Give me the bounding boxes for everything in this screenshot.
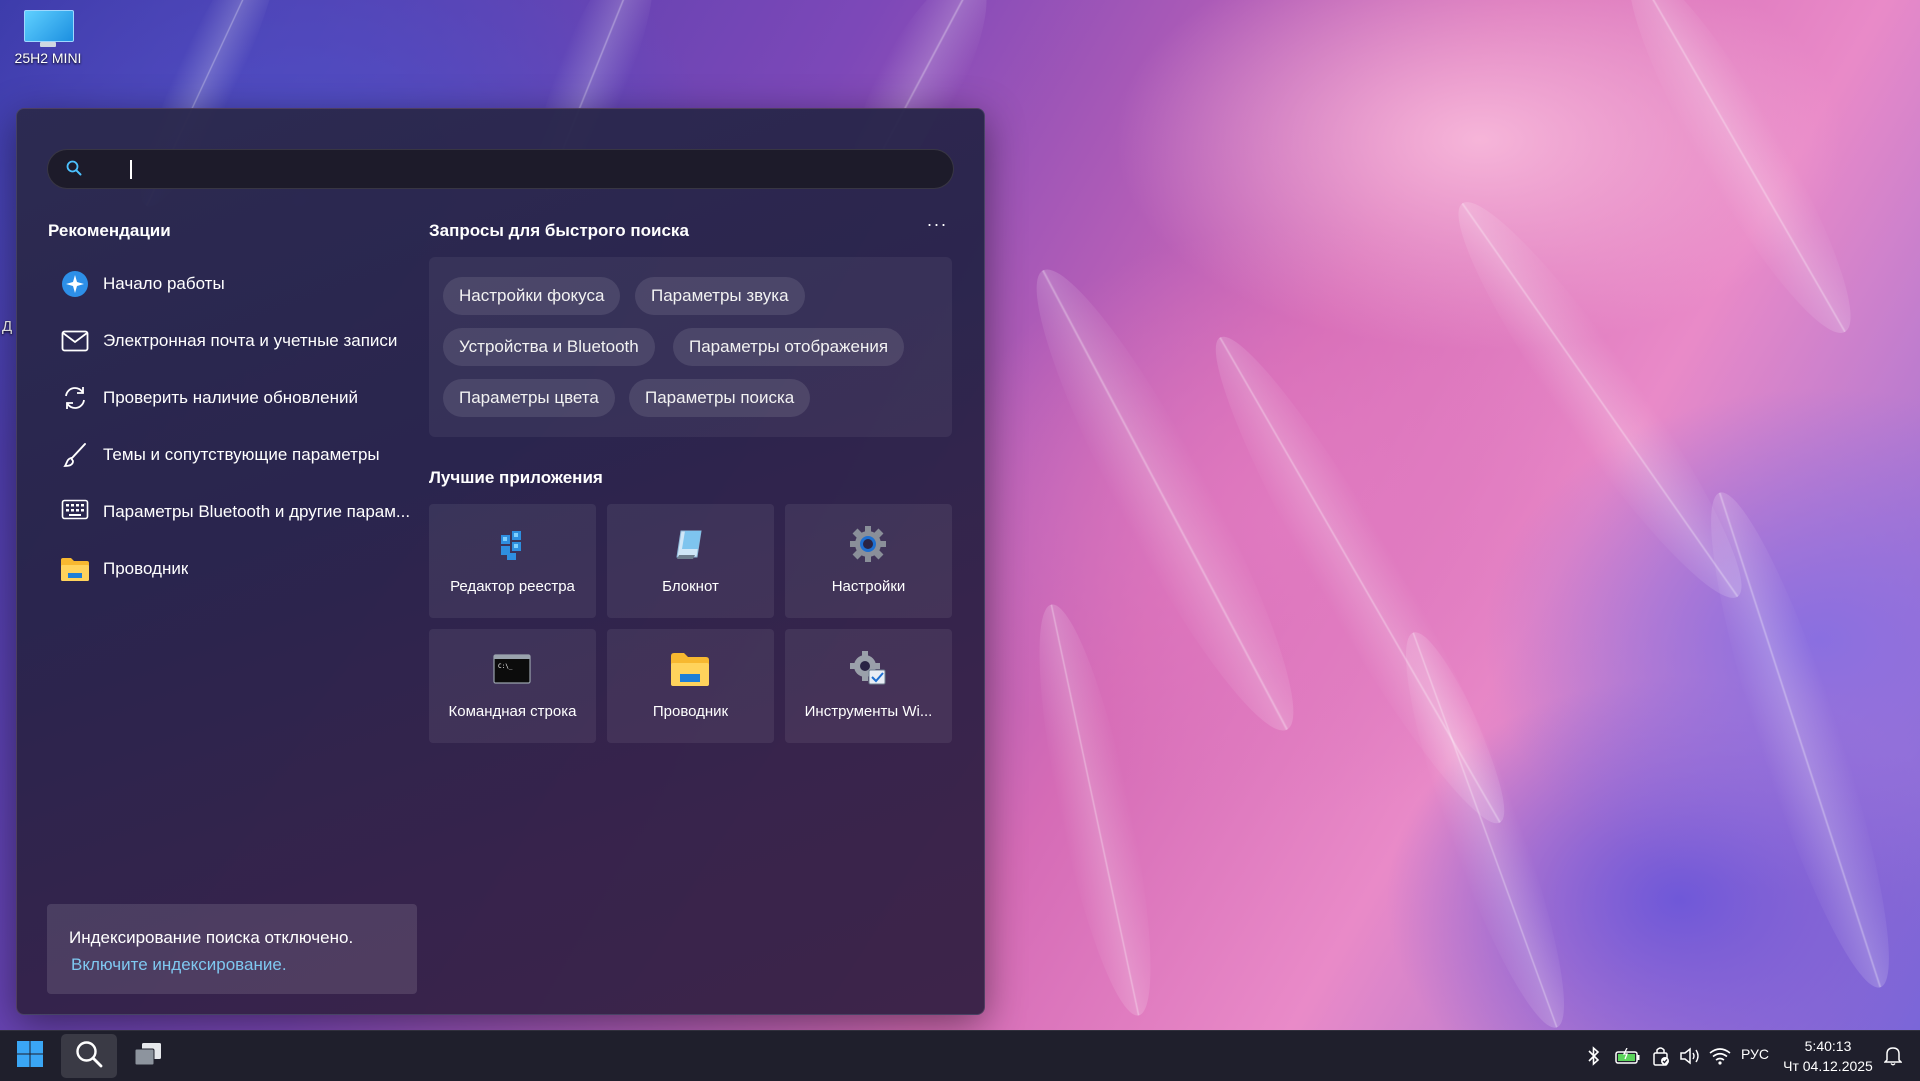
file-explorer-icon bbox=[669, 649, 711, 689]
windows-tools-icon bbox=[847, 649, 889, 689]
brush-icon bbox=[59, 439, 91, 471]
rec-item-themes[interactable]: Темы и сопутствующие параметры bbox=[47, 426, 442, 483]
chip-devices-bluetooth[interactable]: Устройства и Bluetooth bbox=[443, 328, 655, 366]
battery-icon[interactable] bbox=[1614, 1045, 1642, 1067]
app-tile-label: Проводник bbox=[652, 703, 729, 720]
security-icon[interactable] bbox=[1650, 1045, 1672, 1067]
more-options-button[interactable]: ··· bbox=[922, 215, 952, 239]
wallpaper-feather bbox=[1017, 597, 1173, 1023]
windows-logo-icon bbox=[16, 1040, 44, 1073]
chip-display-settings[interactable]: Параметры отображения bbox=[673, 328, 905, 366]
taskbar-search-button[interactable] bbox=[61, 1034, 117, 1078]
volume-icon[interactable] bbox=[1679, 1045, 1701, 1067]
desktop-icon-this-pc[interactable]: 25H2 MINI bbox=[6, 8, 90, 66]
registry-editor-icon bbox=[491, 524, 533, 564]
search-box[interactable] bbox=[47, 149, 954, 189]
recommendations-list: Начало работы Электронная почта и учетны… bbox=[47, 255, 442, 597]
mail-icon bbox=[59, 325, 91, 357]
clock-date: Чт 04.12.2025 bbox=[1783, 1058, 1873, 1074]
command-prompt-icon: C:\_ bbox=[491, 649, 533, 689]
rec-item-check-updates[interactable]: Проверить наличие обновлений bbox=[47, 369, 442, 426]
get-started-icon bbox=[59, 268, 91, 300]
rec-item-explorer[interactable]: Проводник bbox=[47, 540, 442, 597]
app-tile-command-prompt[interactable]: C:\_ Командная строка bbox=[429, 629, 596, 743]
app-tile-settings[interactable]: Настройки bbox=[785, 504, 952, 618]
app-tile-label: Блокнот bbox=[662, 578, 719, 595]
wifi-icon[interactable] bbox=[1709, 1045, 1731, 1067]
rec-item-get-started[interactable]: Начало работы bbox=[47, 255, 442, 312]
indexing-notice: Индексирование поиска отключено. Включит… bbox=[47, 904, 417, 994]
indexing-message: Индексирование поиска отключено. bbox=[69, 928, 354, 947]
task-view-button[interactable] bbox=[120, 1034, 176, 1078]
app-tile-label: Инструменты Wi... bbox=[804, 703, 933, 720]
desktop-icon-label: 25H2 MINI bbox=[14, 50, 82, 66]
rec-item-label: Начало работы bbox=[103, 273, 225, 293]
search-icon bbox=[74, 1039, 104, 1074]
chip-sound-settings[interactable]: Параметры звука bbox=[635, 277, 805, 315]
clock[interactable]: 5:40:13 Чт 04.12.2025 bbox=[1780, 1036, 1876, 1076]
rec-item-label: Проверить наличие обновлений bbox=[103, 387, 358, 407]
rec-item-label: Проводник bbox=[103, 558, 189, 578]
top-apps-title: Лучшие приложения bbox=[429, 468, 603, 487]
chip-search-settings[interactable]: Параметры поиска bbox=[629, 379, 811, 417]
clock-time: 5:40:13 bbox=[1804, 1038, 1852, 1054]
search-flyout: Рекомендации Начало работы Электронная п… bbox=[16, 108, 985, 1015]
search-input[interactable] bbox=[98, 156, 942, 184]
wallpaper-feather bbox=[1380, 620, 1590, 1030]
folder-icon bbox=[59, 553, 91, 585]
app-tile-file-explorer[interactable]: Проводник bbox=[607, 629, 774, 743]
rec-item-bluetooth[interactable]: Параметры Bluetooth и другие парам... bbox=[47, 483, 442, 540]
enable-indexing-link[interactable]: Включите индексирование. bbox=[71, 955, 287, 975]
quick-search-title: Запросы для быстрого поиска bbox=[429, 221, 689, 240]
refresh-icon bbox=[59, 382, 91, 414]
chip-color-settings[interactable]: Параметры цвета bbox=[443, 379, 615, 417]
input-language-indicator[interactable]: РУС bbox=[1741, 1046, 1769, 1062]
quick-search-panel: Настройки фокуса Параметры звука Устройс… bbox=[429, 257, 952, 437]
app-tile-label: Настройки bbox=[831, 578, 906, 595]
task-view-icon bbox=[133, 1040, 163, 1073]
notification-bell-icon[interactable] bbox=[1882, 1045, 1904, 1067]
rec-item-email-accounts[interactable]: Электронная почта и учетные записи bbox=[47, 312, 442, 369]
wallpaper-feather bbox=[1681, 480, 1919, 1000]
bluetooth-icon[interactable] bbox=[1583, 1045, 1605, 1067]
settings-gear-icon bbox=[847, 524, 889, 564]
search-icon bbox=[66, 160, 82, 176]
rec-item-label: Параметры Bluetooth и другие парам... bbox=[103, 501, 411, 521]
chip-focus-settings[interactable]: Настройки фокуса bbox=[443, 277, 621, 315]
app-tile-notepad[interactable]: Блокнот bbox=[607, 504, 774, 618]
notepad-icon bbox=[669, 524, 711, 564]
desktop-edge-label: Д bbox=[2, 318, 13, 335]
bluetooth-devices-icon bbox=[59, 496, 91, 528]
taskbar: РУС 5:40:13 Чт 04.12.2025 bbox=[0, 1030, 1920, 1081]
wallpaper-feather bbox=[1600, 0, 1880, 352]
rec-item-label: Темы и сопутствующие параметры bbox=[103, 444, 380, 464]
app-tile-windows-tools[interactable]: Инструменты Wi... bbox=[785, 629, 952, 743]
app-tile-registry-editor[interactable]: Редактор реестра bbox=[429, 504, 596, 618]
app-tile-label: Командная строка bbox=[448, 703, 577, 720]
start-button[interactable] bbox=[2, 1034, 58, 1078]
rec-item-label: Электронная почта и учетные записи bbox=[103, 330, 398, 350]
svg-text:C:\_: C:\_ bbox=[498, 663, 513, 670]
monitor-icon bbox=[22, 8, 74, 48]
app-tile-label: Редактор реестра bbox=[450, 578, 575, 595]
recommendations-title: Рекомендации bbox=[48, 221, 171, 240]
